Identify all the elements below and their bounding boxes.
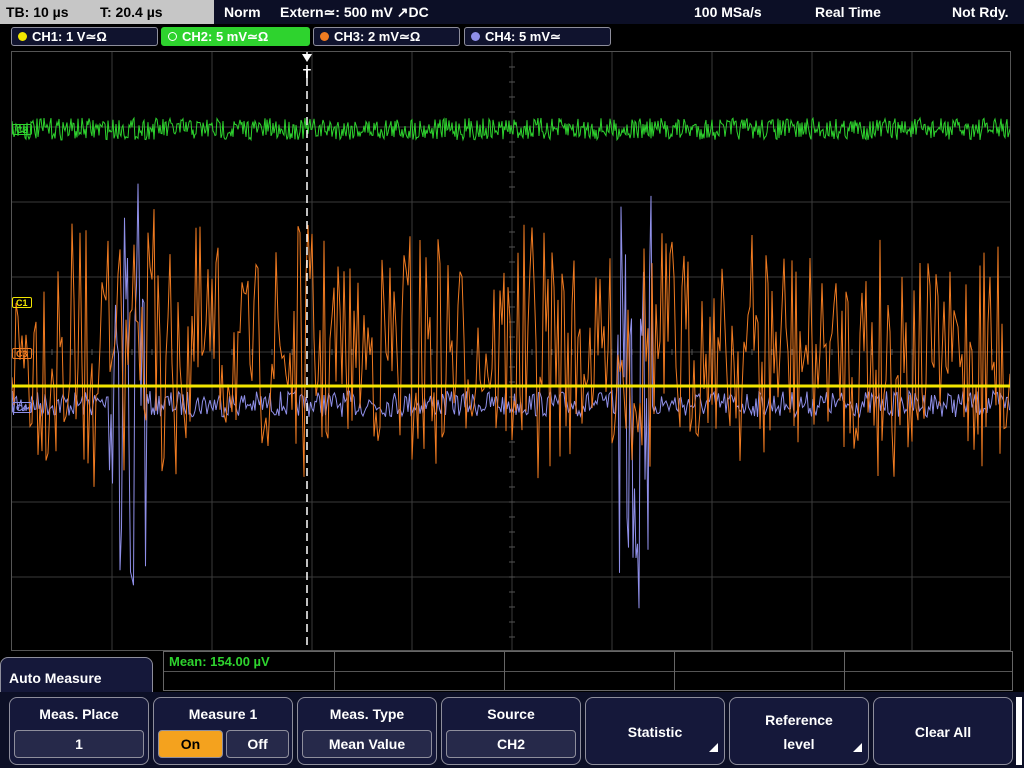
meas-place-label: Meas. Place xyxy=(39,706,119,722)
menu-title: Auto Measure xyxy=(9,670,102,686)
status-bar: TB: 10 µs T: 20.4 µs Norm Extern≃: 500 m… xyxy=(0,0,1024,24)
trigger-position-marker[interactable]: T xyxy=(301,53,313,81)
measurement-divider xyxy=(674,652,675,690)
acquisition-state: Not Rdy. xyxy=(952,4,1009,20)
submenu-indicator-icon xyxy=(709,743,718,752)
measurement-divider xyxy=(334,652,335,690)
measure-1-off-button[interactable]: Off xyxy=(226,730,289,758)
ch2-color-dot xyxy=(168,32,177,41)
channel-1-button[interactable]: CH1: 1 V≃Ω xyxy=(11,27,158,46)
measurement-divider xyxy=(504,652,505,690)
trigger-mode[interactable]: Norm xyxy=(224,4,261,20)
reference-level-label-line2: level xyxy=(783,736,815,752)
channel-2-label: CH2: 5 mV≃Ω xyxy=(182,29,269,44)
source-value[interactable]: CH2 xyxy=(446,730,576,758)
graticule xyxy=(12,52,1010,650)
clear-all-label: Clear All xyxy=(914,724,972,740)
ch3-offset-marker[interactable]: C3 xyxy=(12,348,32,359)
sample-rate: 100 MSa/s xyxy=(694,4,762,20)
meas-place-softkey[interactable]: Meas. Place 1 xyxy=(9,697,149,765)
statistic-softkey[interactable]: Statistic xyxy=(585,697,725,765)
ch3-color-dot xyxy=(320,32,329,41)
waveform-canvas xyxy=(12,52,1010,650)
measurement-divider xyxy=(164,671,1012,672)
ch4-color-dot xyxy=(471,32,480,41)
channel-1-label: CH1: 1 V≃Ω xyxy=(32,29,107,44)
measure-1-on-button[interactable]: On xyxy=(158,730,223,758)
channel-4-label: CH4: 5 mV≃ xyxy=(485,29,561,44)
channel-2-button[interactable]: CH2: 5 mV≃Ω xyxy=(161,27,310,46)
ch1-color-dot xyxy=(18,32,27,41)
timebase-box[interactable]: TB: 10 µs T: 20.4 µs xyxy=(0,0,214,24)
timebase-value: TB: 10 µs xyxy=(6,4,69,20)
measurement-panel: Mean: 154.00 µV xyxy=(163,651,1013,691)
meas-type-value[interactable]: Mean Value xyxy=(302,730,432,758)
channel-4-button[interactable]: CH4: 5 mV≃ xyxy=(464,27,611,46)
channel-3-label: CH3: 2 mV≃Ω xyxy=(334,29,421,44)
trigger-marker-label: T xyxy=(303,66,311,81)
meas-type-softkey[interactable]: Meas. Type Mean Value xyxy=(297,697,437,765)
trigger-time-value: T: 20.4 µs xyxy=(100,4,163,20)
source-label: Source xyxy=(487,706,535,722)
clear-all-softkey[interactable]: Clear All xyxy=(873,697,1013,765)
trigger-source[interactable]: Extern≃: 500 mV ↗DC xyxy=(280,4,429,21)
meas-place-value[interactable]: 1 xyxy=(14,730,144,758)
reference-level-label-line1: Reference xyxy=(765,712,833,728)
statistic-label: Statistic xyxy=(627,724,683,740)
reference-level-softkey[interactable]: Reference level xyxy=(729,697,869,765)
acquisition-mode: Real Time xyxy=(815,4,881,20)
ch1-offset-marker[interactable]: C1 xyxy=(12,297,32,308)
meas-type-label: Meas. Type xyxy=(329,706,405,722)
ch2-offset-marker[interactable]: C2 xyxy=(12,124,32,135)
measurement-divider xyxy=(844,652,845,690)
channel-3-button[interactable]: CH3: 2 mV≃Ω xyxy=(313,27,460,46)
ch4-offset-marker[interactable]: C4 xyxy=(12,402,32,413)
waveform-display[interactable] xyxy=(11,51,1011,651)
menu-scrollbar[interactable] xyxy=(1016,697,1022,765)
submenu-indicator-icon xyxy=(853,743,862,752)
measurement-result: Mean: 154.00 µV xyxy=(169,654,270,669)
measure-1-softkey[interactable]: Measure 1 On Off xyxy=(153,697,293,765)
measure-1-label: Measure 1 xyxy=(188,706,258,722)
source-softkey[interactable]: Source CH2 xyxy=(441,697,581,765)
channel-bar: CH1: 1 V≃Ω CH2: 5 mV≃Ω CH3: 2 mV≃Ω CH4: … xyxy=(0,24,1024,48)
